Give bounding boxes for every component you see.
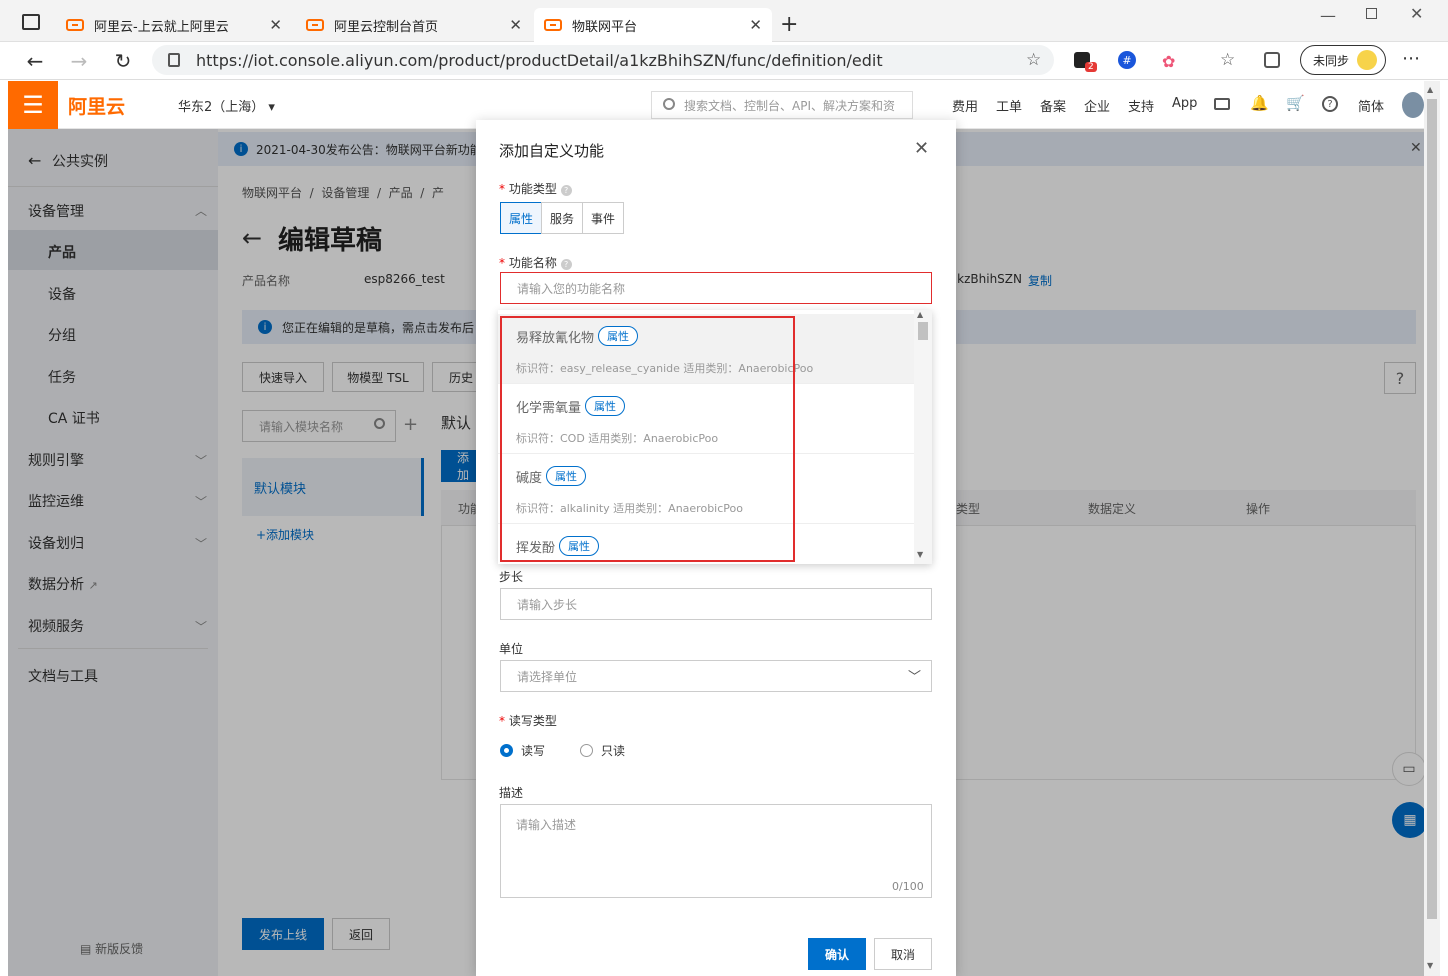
nav-enterprise[interactable]: 企业 <box>1084 96 1110 115</box>
extension-badge: 2 <box>1085 62 1097 72</box>
reload-icon[interactable]: ↻ <box>110 48 136 74</box>
menu-hamburger-icon[interactable]: ☰ <box>8 81 58 129</box>
extension-pink-icon[interactable]: ✿ <box>1162 52 1175 71</box>
url-input[interactable]: https://iot.console.aliyun.com/product/p… <box>152 45 1054 75</box>
type-option-property[interactable]: 属性 <box>500 202 542 234</box>
search-placeholder: 搜索文档、控制台、API、解决方案和资 <box>684 98 895 113</box>
close-icon[interactable]: ✕ <box>749 16 762 34</box>
radio-unchecked[interactable] <box>580 744 593 757</box>
function-name-input[interactable]: 请输入您的功能名称 <box>500 272 932 304</box>
step-input[interactable]: 请输入步长 <box>500 588 932 620</box>
scroll-up-icon[interactable]: ▲ <box>917 310 923 319</box>
type-option-event[interactable]: 事件 <box>582 202 624 234</box>
sync-button[interactable]: 未同步 <box>1300 45 1386 75</box>
type-option-service[interactable]: 服务 <box>541 202 583 234</box>
nav-billing[interactable]: 费用 <box>952 96 978 115</box>
lock-icon[interactable] <box>168 53 180 67</box>
nav-support[interactable]: 支持 <box>1128 96 1154 115</box>
favorites-icon[interactable]: ☆ <box>1220 50 1235 70</box>
profile-avatar <box>1357 50 1378 70</box>
radio-label: 只读 <box>601 744 626 758</box>
tab-title: 物联网平台 <box>572 19 638 35</box>
favorite-star-icon[interactable]: ☆ <box>1026 50 1041 70</box>
bell-icon[interactable]: 🔔 <box>1250 94 1269 112</box>
function-name-label: * 功能名称 ? <box>499 254 572 271</box>
region-label: 华东2（上海） <box>178 100 265 115</box>
user-avatar[interactable] <box>1402 92 1424 118</box>
label-text: 功能类型 <box>508 182 557 196</box>
aliyun-favicon-icon <box>544 19 562 31</box>
unit-select[interactable]: 请选择单位 <box>500 660 932 692</box>
nav-app[interactable]: App <box>1172 96 1197 111</box>
tab-actions-icon[interactable] <box>22 14 40 30</box>
description-label: 描述 <box>499 786 524 800</box>
radio-label: 读写 <box>521 744 546 758</box>
tab-console-home[interactable]: 阿里云控制台首页 ✕ <box>296 8 532 42</box>
collections-icon[interactable] <box>1264 52 1280 68</box>
back-arrow-icon[interactable]: ← <box>22 48 48 74</box>
description-counter: 0/100 <box>892 880 924 893</box>
window-close-icon[interactable]: ✕ <box>1410 4 1423 23</box>
sync-label: 未同步 <box>1313 53 1350 68</box>
more-menu-icon[interactable]: ⋯ <box>1402 48 1420 69</box>
label-text: 功能名称 <box>508 256 557 270</box>
hash-extension-icon[interactable]: # <box>1118 51 1136 69</box>
chevron-down-icon: ﹀ <box>908 670 922 685</box>
terminal-icon[interactable] <box>1214 98 1230 110</box>
dialog-title: 添加自定义功能 <box>499 142 605 160</box>
name-placeholder: 请输入您的功能名称 <box>517 281 626 296</box>
minimize-icon[interactable]: — <box>1320 6 1336 25</box>
scroll-down-icon[interactable]: ▼ <box>1427 961 1433 970</box>
close-icon[interactable]: ✕ <box>914 138 929 159</box>
cancel-button[interactable]: 取消 <box>874 938 932 970</box>
question-icon[interactable]: ? <box>560 259 572 270</box>
caret-down-icon: ▾ <box>268 100 275 115</box>
tab-aliyun-home[interactable]: 阿里云-上云就上阿里云 ✕ <box>56 8 292 42</box>
radio-checked[interactable] <box>500 744 513 757</box>
url-text: https://iot.console.aliyun.com/product/p… <box>196 50 883 70</box>
scroll-up-icon[interactable]: ▲ <box>1427 85 1433 94</box>
aliyun-favicon-icon <box>66 19 84 31</box>
page-scrollbar[interactable]: ▲ ▼ <box>1424 81 1440 976</box>
nav-ticket[interactable]: 工单 <box>996 96 1022 115</box>
help-icon[interactable]: ? <box>1322 96 1338 112</box>
language-switch[interactable]: 简体 <box>1358 96 1384 115</box>
question-icon[interactable]: ? <box>560 185 572 196</box>
console-search-input[interactable]: 搜索文档、控制台、API、解决方案和资 <box>651 91 913 119</box>
rw-type-label: * 读写类型 <box>499 714 557 728</box>
step-placeholder: 请输入步长 <box>517 597 578 612</box>
rw-option-readwrite[interactable]: 读写 <box>500 742 545 759</box>
scroll-down-icon[interactable]: ▼ <box>917 550 923 559</box>
rw-option-readonly[interactable]: 只读 <box>580 742 625 759</box>
cart-icon[interactable]: 🛒 <box>1286 94 1305 112</box>
close-icon[interactable]: ✕ <box>269 16 282 34</box>
logo-text: 阿里云 <box>68 96 126 118</box>
close-icon[interactable]: ✕ <box>509 16 522 34</box>
scroll-thumb[interactable] <box>918 322 928 340</box>
aliyun-favicon-icon <box>306 19 324 31</box>
highlight-annotation-box <box>500 316 795 562</box>
tab-title: 阿里云-上云就上阿里云 <box>94 19 229 35</box>
dropdown-scrollbar[interactable]: ▲ ▼ <box>914 310 932 564</box>
step-label: 步长 <box>499 570 524 584</box>
description-placeholder: 请输入描述 <box>516 818 577 832</box>
new-tab-icon[interactable]: + <box>780 12 798 37</box>
unit-placeholder: 请选择单位 <box>517 669 578 684</box>
nav-icp[interactable]: 备案 <box>1040 96 1066 115</box>
scroll-thumb[interactable] <box>1427 99 1437 919</box>
label-text: 读写类型 <box>508 714 557 728</box>
confirm-button[interactable]: 确认 <box>808 938 866 970</box>
search-icon <box>663 98 675 110</box>
maximize-icon[interactable] <box>1366 8 1377 19</box>
forward-arrow-icon[interactable]: → <box>66 48 92 74</box>
unit-label: 单位 <box>499 642 524 656</box>
tab-iot-platform[interactable]: 物联网平台 ✕ <box>534 8 772 42</box>
tab-title: 阿里云控制台首页 <box>334 19 439 35</box>
function-type-label: * 功能类型 ? <box>499 180 572 197</box>
aliyun-logo[interactable]: 阿里云 <box>68 92 125 119</box>
region-selector[interactable]: 华东2（上海） ▾ <box>178 96 275 115</box>
